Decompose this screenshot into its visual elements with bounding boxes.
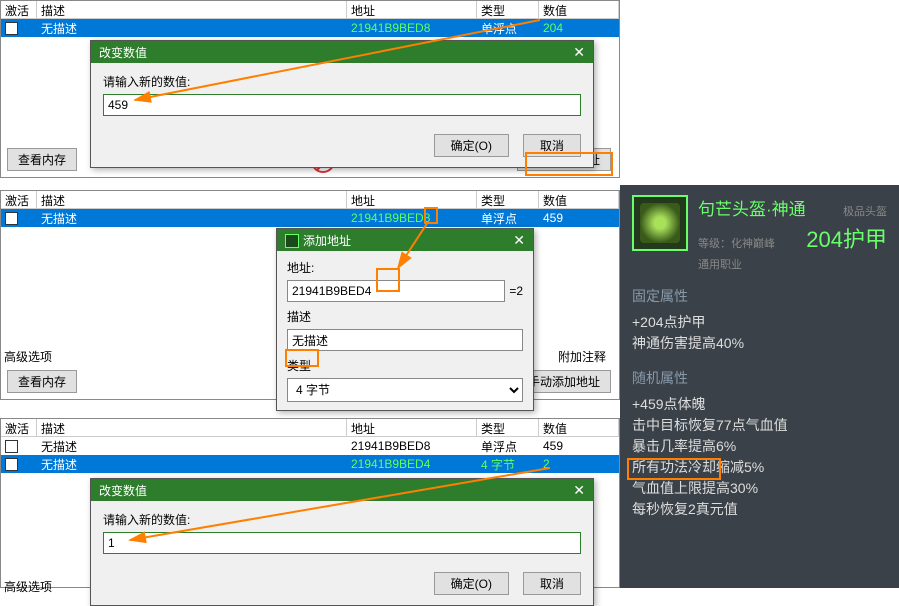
level-label: 等级：	[698, 238, 731, 250]
eq-label: =2	[509, 284, 523, 298]
dialog-title-bar[interactable]: 改变数值 ✕	[91, 41, 593, 63]
col-type: 类型	[477, 419, 539, 436]
prompt-label: 请输入新的数值:	[103, 73, 581, 90]
cell-addr: 21941B9BED4	[347, 457, 477, 471]
col-value: 数值	[539, 1, 619, 18]
stat: 每秒恢复2真元值	[632, 499, 887, 520]
stat: 击中目标恢复77点气血值	[632, 415, 887, 436]
cell-type: 单浮点	[477, 20, 539, 37]
cancel-button[interactable]: 取消	[523, 572, 581, 595]
close-icon[interactable]: ✕	[573, 44, 585, 61]
stat: 气血值上限提高30%	[632, 478, 887, 499]
cell-desc: 无描述	[37, 438, 347, 455]
col-activate: 激活	[1, 191, 37, 208]
dialog-title: 改变数值	[99, 482, 147, 499]
stat: +459点体魄	[632, 394, 887, 415]
dialog-title: 改变数值	[99, 44, 147, 61]
dialog-title-bar[interactable]: 改变数值 ✕	[91, 479, 593, 501]
cell-addr: 21941B9BED8	[347, 211, 477, 225]
item-job: 通用职业	[698, 256, 887, 272]
addr-label: 地址:	[287, 259, 523, 276]
col-activate: 激活	[1, 1, 37, 18]
cell-type: 4 字节	[477, 456, 539, 473]
cell-value: 2	[539, 457, 619, 471]
add-address-dialog: 添加地址 ✕ 地址: =2 描述 类型 4 字节	[276, 228, 534, 411]
desc-input[interactable]	[287, 329, 523, 351]
item-name: 句芒头盔·神通	[698, 195, 806, 220]
col-desc: 描述	[37, 191, 347, 208]
cancel-button[interactable]: 取消	[523, 134, 581, 157]
address-input[interactable]	[287, 280, 505, 302]
cell-value: 459	[539, 439, 619, 453]
table-header: 激活 描述 地址 类型 数值	[1, 1, 619, 19]
checkbox-icon[interactable]	[5, 22, 18, 35]
close-icon[interactable]: ✕	[573, 482, 585, 499]
stat: 所有功法冷却缩减5%	[632, 457, 887, 478]
value-input[interactable]	[103, 532, 581, 554]
checkbox-icon[interactable]	[5, 458, 18, 471]
stat: 暴击几率提高6%	[632, 436, 887, 457]
dialog-title: 添加地址	[303, 234, 351, 248]
cell-type: 单浮点	[477, 210, 539, 227]
view-memory-button[interactable]: 查看内存	[7, 148, 77, 171]
table-row[interactable]: 无描述 21941B9BED8 单浮点 204	[1, 19, 619, 37]
stat: 神通伤害提高40%	[632, 333, 887, 354]
col-addr: 地址	[347, 1, 477, 18]
col-addr: 地址	[347, 191, 477, 208]
desc-label: 描述	[287, 308, 523, 325]
view-memory-button[interactable]: 查看内存	[7, 370, 77, 393]
table-row[interactable]: 无描述 21941B9BED8 单浮点 459	[1, 209, 619, 227]
value-input[interactable]	[103, 94, 581, 116]
prompt-label: 请输入新的数值:	[103, 511, 581, 528]
adv-options-label[interactable]: 高级选项	[4, 348, 52, 365]
cell-value: 459	[539, 211, 619, 225]
table-row[interactable]: 无描述 21941B9BED8 单浮点 459	[1, 437, 619, 455]
table-header: 激活 描述 地址 类型 数值	[1, 191, 619, 209]
ok-button[interactable]: 确定(O)	[434, 134, 509, 157]
item-tooltip: 句芒头盔·神通 极品头盔 等级：化神巅峰 204护甲 通用职业 固定属性 +20…	[620, 185, 899, 588]
col-activate: 激活	[1, 419, 37, 436]
table-row[interactable]: 无描述 21941B9BED4 4 字节 2	[1, 455, 619, 473]
cell-type: 单浮点	[477, 438, 539, 455]
checkbox-icon[interactable]	[5, 440, 18, 453]
attach-note-label[interactable]: 附加注释	[558, 348, 606, 365]
random-attr-title: 随机属性	[632, 368, 887, 388]
stat: +204点护甲	[632, 312, 887, 333]
table-header: 激活 描述 地址 类型 数值	[1, 419, 619, 437]
col-desc: 描述	[37, 1, 347, 18]
col-desc: 描述	[37, 419, 347, 436]
adv-options-label[interactable]: 高级选项	[4, 578, 52, 595]
col-value: 数值	[539, 191, 619, 208]
cell-addr: 21941B9BED8	[347, 439, 477, 453]
cell-desc: 无描述	[37, 210, 347, 227]
type-select[interactable]: 4 字节	[287, 378, 523, 402]
item-level: 化神巅峰	[731, 238, 775, 250]
cell-addr: 21941B9BED8	[347, 21, 477, 35]
change-value-dialog-2: 改变数值 ✕ 请输入新的数值: 确定(O) 取消	[90, 478, 594, 606]
item-icon	[632, 195, 688, 251]
col-value: 数值	[539, 419, 619, 436]
fixed-attr-title: 固定属性	[632, 286, 887, 306]
cell-value: 204	[539, 21, 619, 35]
checkbox-icon[interactable]	[5, 212, 18, 225]
type-label: 类型	[287, 357, 523, 374]
change-value-dialog-1: 改变数值 ✕ 请输入新的数值: 确定(O) 取消	[90, 40, 594, 168]
ok-button[interactable]: 确定(O)	[434, 572, 509, 595]
cell-desc: 无描述	[37, 20, 347, 37]
close-icon[interactable]: ✕	[513, 232, 525, 249]
dialog-title-bar[interactable]: 添加地址 ✕	[277, 229, 533, 251]
col-type: 类型	[477, 1, 539, 18]
col-type: 类型	[477, 191, 539, 208]
cell-desc: 无描述	[37, 456, 347, 473]
app-icon	[285, 234, 299, 248]
col-addr: 地址	[347, 419, 477, 436]
item-quality: 极品头盔	[843, 203, 887, 219]
item-armor: 204护甲	[806, 222, 887, 254]
